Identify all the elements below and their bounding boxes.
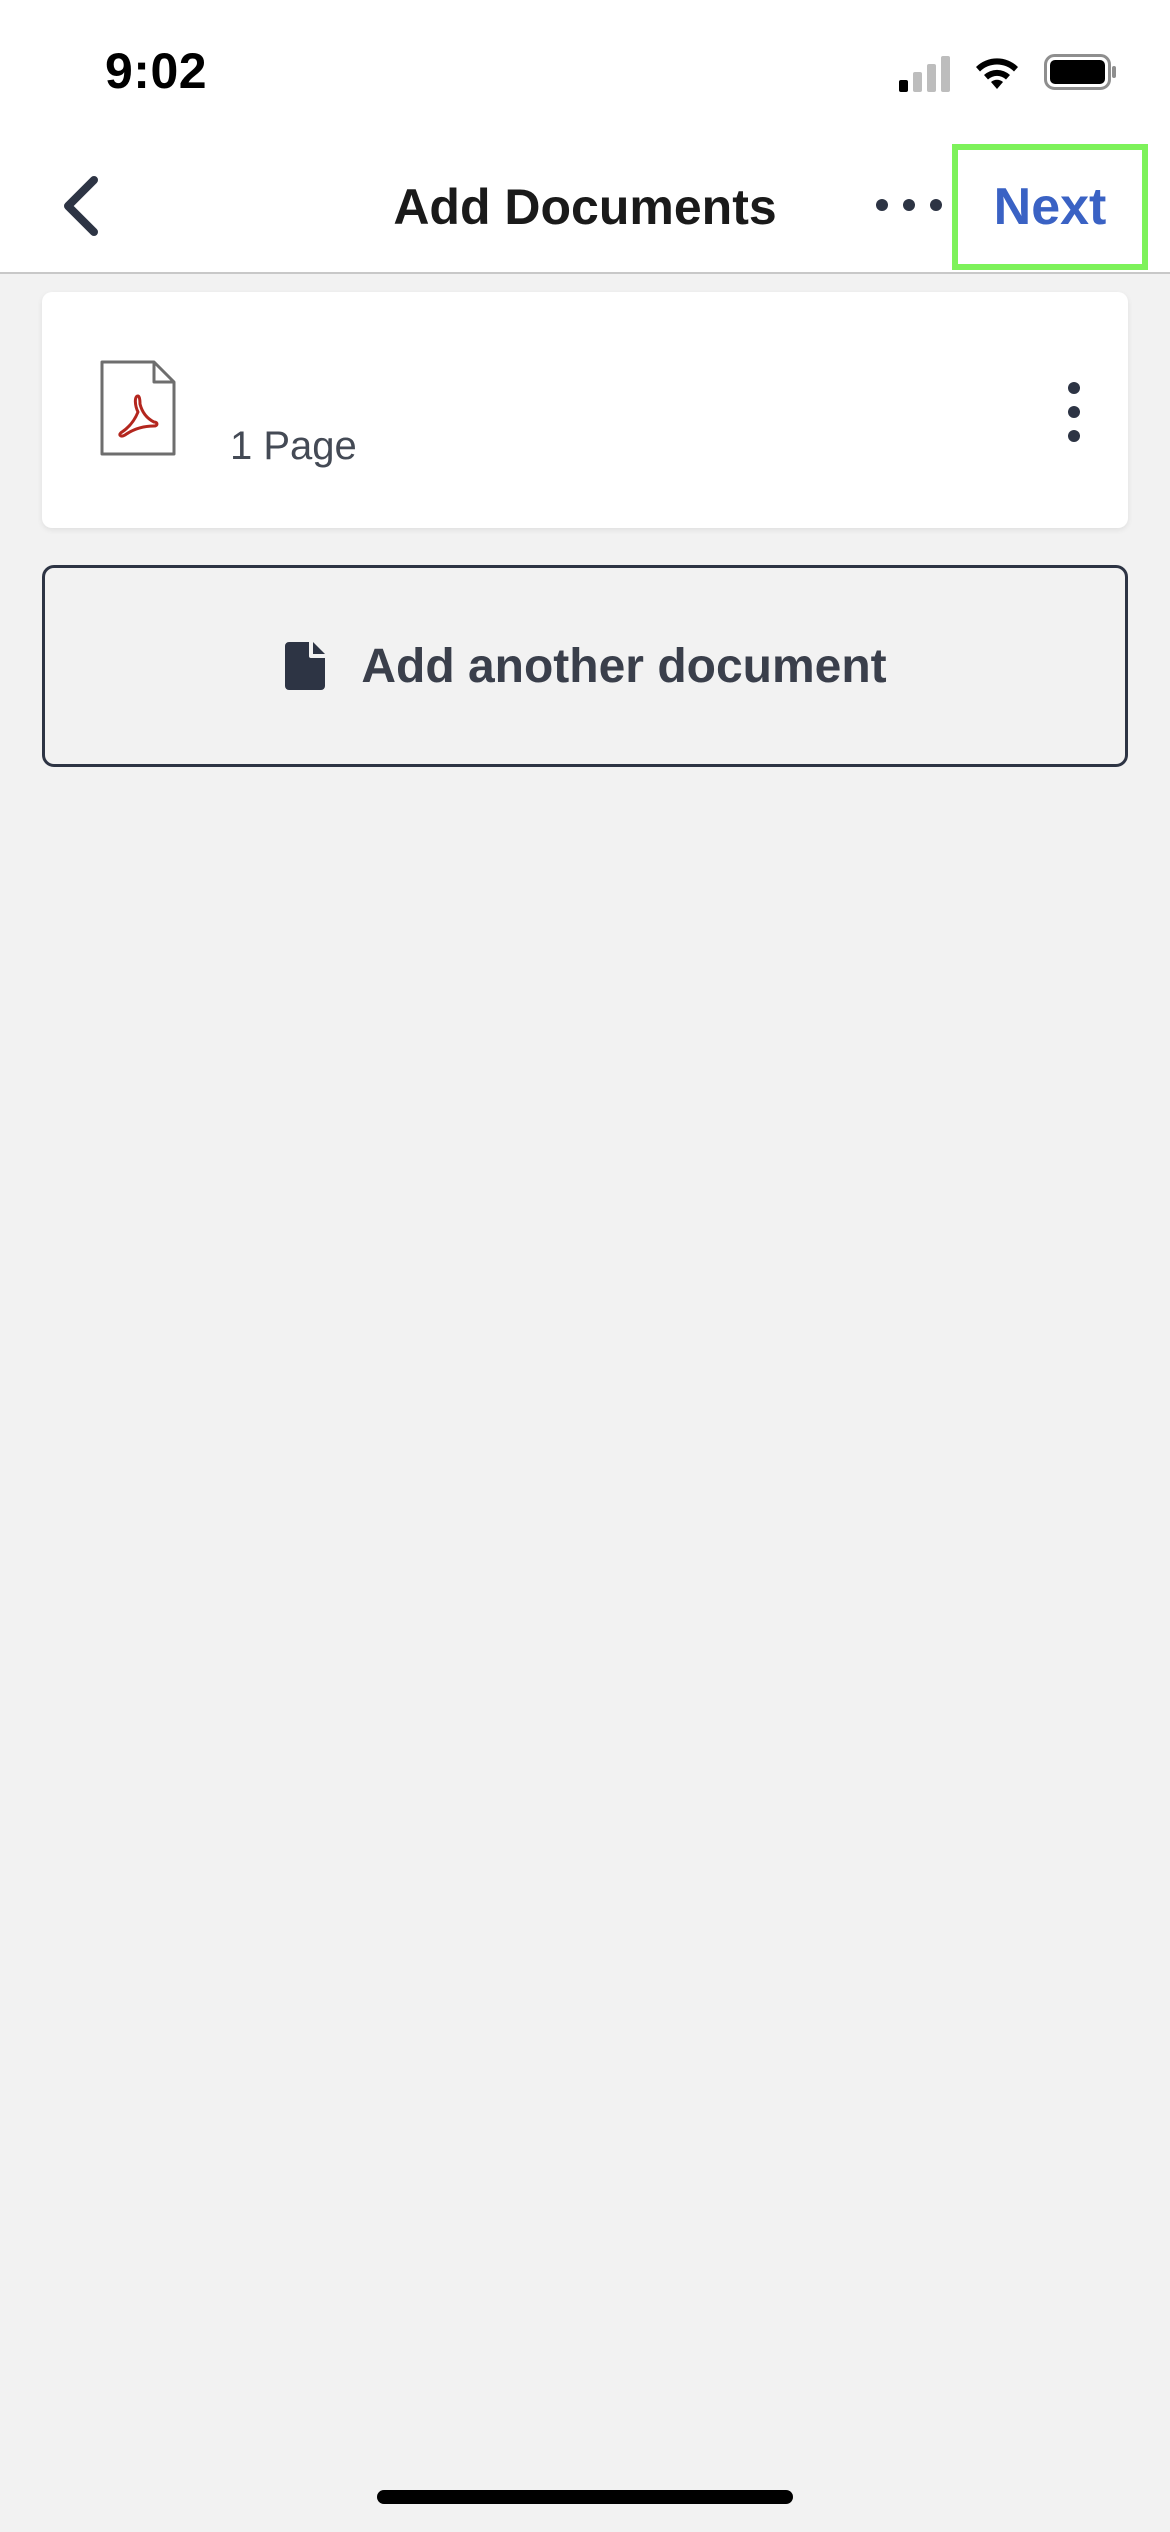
add-another-document-label: Add another document <box>361 639 887 693</box>
home-indicator <box>377 2490 793 2504</box>
status-time: 9:02 <box>105 43 208 99</box>
ellipsis-dot <box>930 199 942 211</box>
navigation-bar: Add Documents Next <box>0 140 1170 274</box>
pdf-file-icon <box>98 358 178 458</box>
status-icons <box>899 52 1118 92</box>
cellular-signal-icon <box>899 52 950 92</box>
ellipsis-horizontal-icon <box>876 199 888 211</box>
document-menu-button[interactable] <box>1064 382 1084 442</box>
ellipsis-dot <box>903 199 915 211</box>
document-icon <box>285 642 326 690</box>
add-another-document-button[interactable]: Add another document <box>42 565 1128 767</box>
ellipsis-dot <box>1068 406 1080 418</box>
document-page-count: 1 Page <box>230 424 357 468</box>
ellipsis-dot <box>1068 430 1080 442</box>
status-bar: 9:02 <box>0 0 1170 140</box>
wifi-icon <box>976 58 1018 89</box>
ellipsis-vertical-icon <box>1068 382 1080 394</box>
more-options-button[interactable] <box>876 182 942 228</box>
document-card[interactable]: 1 Page <box>42 292 1128 528</box>
battery-icon <box>1044 54 1116 90</box>
next-button[interactable]: Next <box>952 144 1148 270</box>
